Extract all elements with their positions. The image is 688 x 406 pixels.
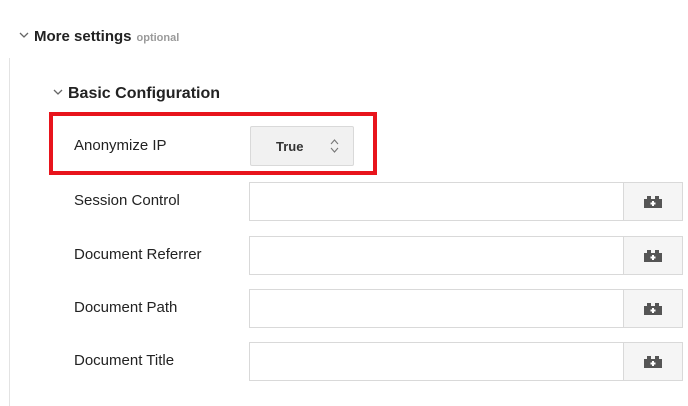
basic-configuration-title: Basic Configuration (68, 85, 221, 102)
variable-brick-icon (644, 302, 662, 315)
session-control-variable-button[interactable] (623, 182, 683, 221)
document-path-input[interactable] (249, 289, 623, 328)
document-path-label: Document Path (74, 299, 178, 316)
document-title-label: Document Title (74, 352, 175, 369)
document-title-input[interactable] (249, 342, 623, 381)
session-control-label: Session Control (74, 192, 180, 209)
more-settings-title: More settings (34, 28, 132, 45)
section-indent-rule (9, 58, 10, 406)
chevron-down-icon (53, 89, 63, 95)
settings-panel: More settings optional Basic Configurati… (0, 0, 688, 406)
highlight-annotation-box (49, 112, 377, 175)
document-path-variable-button[interactable] (623, 289, 683, 328)
document-title-variable-button[interactable] (623, 342, 683, 381)
document-referrer-variable-button[interactable] (623, 236, 683, 275)
session-control-input[interactable] (249, 182, 623, 221)
document-referrer-input[interactable] (249, 236, 623, 275)
more-settings-toggle[interactable]: More settings optional (18, 28, 179, 45)
basic-configuration-toggle[interactable]: Basic Configuration (52, 85, 220, 103)
document-referrer-label: Document Referrer (74, 246, 202, 263)
variable-brick-icon (644, 249, 662, 262)
chevron-down-icon (19, 32, 29, 38)
optional-label: optional (136, 32, 180, 44)
variable-brick-icon (644, 195, 662, 208)
variable-brick-icon (644, 355, 662, 368)
